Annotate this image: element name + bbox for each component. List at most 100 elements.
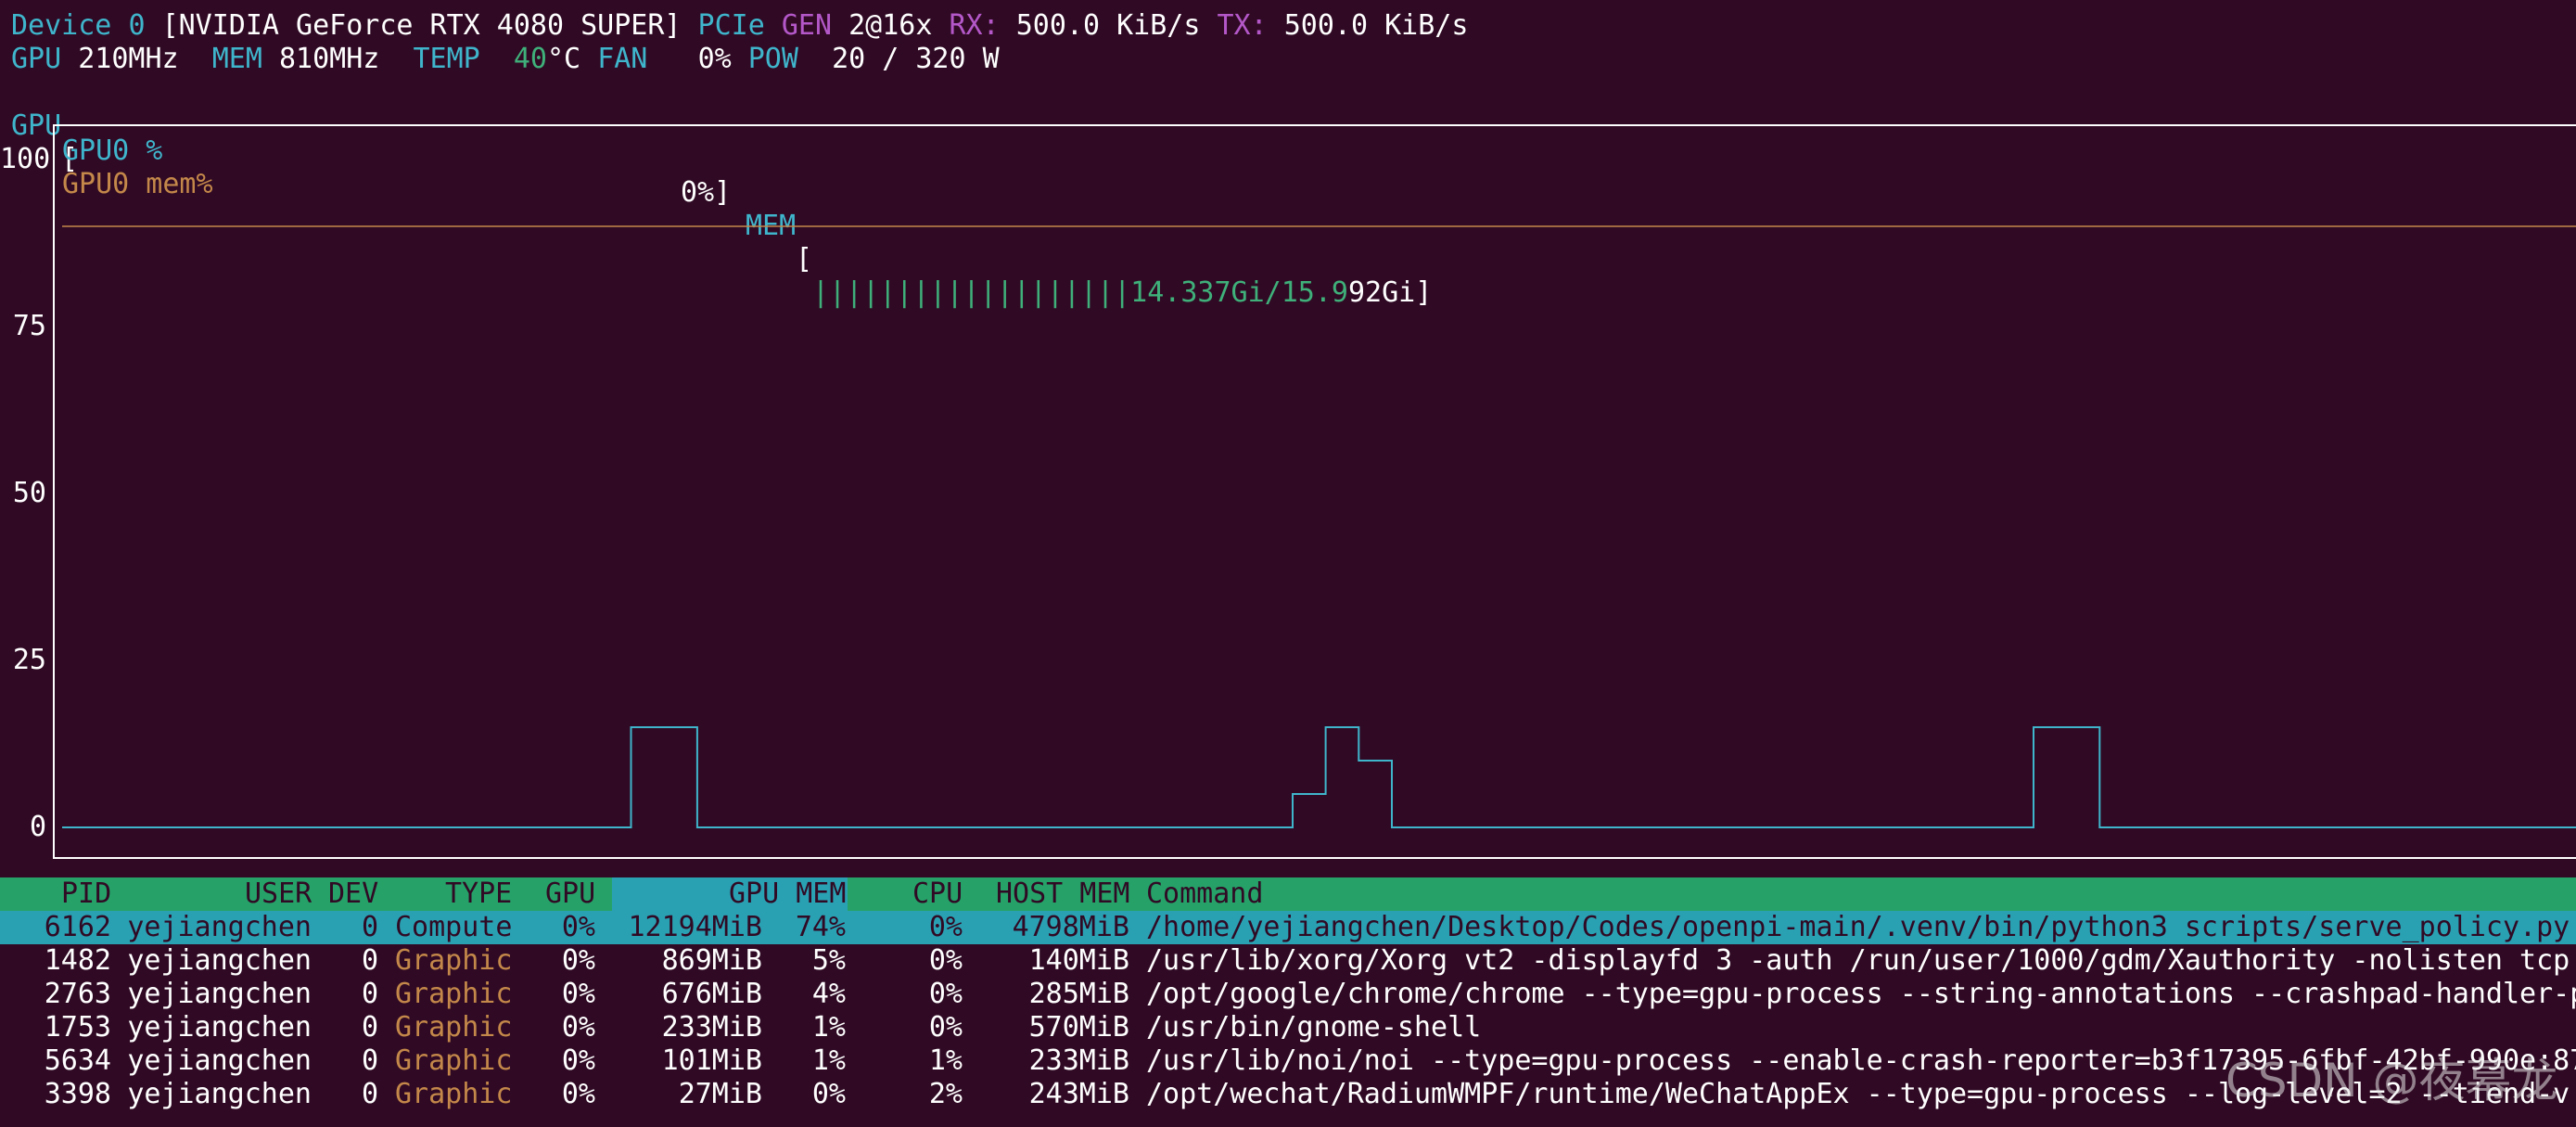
- cell-gpu-mem: 101MiB: [661, 1044, 762, 1077]
- legend-entry: GPU0 mem%: [62, 168, 213, 200]
- mem-clock-label: MEM: [211, 43, 262, 75]
- gen-label: GEN: [781, 9, 833, 42]
- y-tick-label: 25: [12, 644, 46, 676]
- tx-label: TX:: [1217, 9, 1268, 42]
- cell-gpu: 0%: [561, 911, 595, 943]
- cell-gpu-mem-pct: 5%: [811, 944, 846, 977]
- cell-dev: 0: [361, 1011, 378, 1044]
- cell-user: yejiangchen: [127, 944, 312, 977]
- temp-unit: °C: [547, 43, 581, 75]
- cell-user: yejiangchen: [127, 911, 312, 943]
- cell-command: /usr/bin/gnome-shell: [1146, 1011, 1482, 1044]
- cell-dev: 0: [361, 911, 378, 943]
- cell-host-mem: 570MiB: [1028, 1011, 1129, 1044]
- cell-gpu-mem: 233MiB: [661, 1011, 762, 1044]
- header-gpu-mem[interactable]: GPU MEM: [729, 877, 846, 911]
- cell-user: yejiangchen: [127, 1011, 312, 1044]
- cell-pid: 6162: [44, 911, 111, 943]
- y-tick-label: 0: [29, 811, 46, 843]
- cell-gpu-mem: 27MiB: [678, 1078, 762, 1110]
- cell-type: Graphic: [395, 1044, 513, 1077]
- process-row[interactable]: 5634 yejiangchen 0 Graphic 0% 101MiB 1% 1% 233Mi…: [0, 1044, 2576, 1078]
- cell-host-mem: 285MiB: [1028, 978, 1129, 1010]
- cell-gpu: 0%: [561, 978, 595, 1010]
- y-tick-label: 50: [12, 477, 46, 509]
- stats-line: GPU 210MHz MEM 810MHz TEMP 40°C FAN 0% P…: [11, 43, 1000, 76]
- cell-dev: 0: [361, 1044, 378, 1077]
- mem-clock-value: 810MHz: [279, 43, 380, 75]
- cell-cpu: 0%: [928, 944, 963, 977]
- header-dev[interactable]: DEV: [328, 877, 378, 911]
- header-user[interactable]: USER: [245, 877, 312, 911]
- pcie-label: PCIe: [697, 9, 765, 42]
- cell-user: yejiangchen: [127, 978, 312, 1010]
- cell-cpu: 0%: [928, 911, 963, 943]
- gpu-usage-chart: GPU0 %GPU0 mem%: [62, 134, 2576, 828]
- cell-gpu: 0%: [561, 1011, 595, 1044]
- cell-dev: 0: [361, 944, 378, 977]
- cell-command: /home/yejiangchen/Desktop/Codes/openpi-m…: [1146, 911, 2570, 943]
- pow-value: 20 / 320 W: [832, 43, 1000, 75]
- cell-gpu-mem: 676MiB: [661, 978, 762, 1010]
- process-row[interactable]: 6162 yejiangchen 0 Compute 0% 12194MiB 74% 0% 47…: [0, 911, 2576, 944]
- cell-host-mem: 4798MiB: [1012, 911, 1129, 943]
- header-cpu[interactable]: CPU: [912, 877, 963, 911]
- cell-gpu-mem: 12194MiB: [628, 911, 763, 943]
- tx-value: 500.0 KiB/s: [1283, 9, 1469, 42]
- process-table-header: PID USER DEV TYPE GPU GPU MEM CPU HOST M…: [0, 877, 2576, 911]
- y-tick-label: 75: [12, 310, 46, 342]
- cell-dev: 0: [361, 978, 378, 1010]
- cell-cpu: 0%: [928, 978, 963, 1010]
- cell-gpu: 0%: [561, 944, 595, 977]
- process-row[interactable]: 2763 yejiangchen 0 Graphic 0% 676MiB 4% 0% 285Mi…: [0, 978, 2576, 1011]
- header-pid[interactable]: PID: [61, 877, 111, 911]
- legend-entry: GPU0 %: [62, 134, 162, 167]
- rx-label: RX:: [949, 9, 1000, 42]
- cell-type: Graphic: [395, 944, 513, 977]
- cell-gpu-mem-pct: 1%: [811, 1011, 846, 1044]
- cell-gpu-mem-pct: 0%: [811, 1078, 846, 1110]
- watermark: CSDN @夜幕龙: [2225, 1054, 2558, 1108]
- cell-gpu: 0%: [561, 1078, 595, 1110]
- fan-value: 0%: [697, 43, 732, 75]
- pow-label: POW: [747, 43, 798, 75]
- fan-label: FAN: [597, 43, 648, 75]
- header-command[interactable]: Command: [1146, 877, 1263, 911]
- device-index: 0: [128, 9, 146, 42]
- gen-value: 2@16x: [848, 9, 933, 42]
- cell-host-mem: 243MiB: [1028, 1078, 1129, 1110]
- cell-gpu: 0%: [561, 1044, 595, 1077]
- process-row[interactable]: 1482 yejiangchen 0 Graphic 0% 869MiB 5% 0% 140Mi…: [0, 944, 2576, 978]
- cell-dev: 0: [361, 1078, 378, 1110]
- device-name: [NVIDIA GeForce RTX 4080 SUPER]: [161, 9, 682, 42]
- header-gpu[interactable]: GPU: [545, 877, 595, 911]
- temp-label: TEMP: [413, 43, 480, 75]
- gpu-clock-label: GPU: [11, 43, 62, 75]
- process-row[interactable]: 1753 yejiangchen 0 Graphic 0% 233MiB 1% 0% 570Mi…: [0, 1011, 2576, 1044]
- header-host-mem[interactable]: HOST MEM: [996, 877, 1130, 911]
- header-type[interactable]: TYPE: [445, 877, 512, 911]
- cell-pid: 1753: [44, 1011, 111, 1044]
- temp-value: 40: [513, 43, 547, 75]
- rx-value: 500.0 KiB/s: [1015, 9, 1201, 42]
- device-label: Device: [11, 9, 112, 42]
- cell-cpu: 2%: [928, 1078, 963, 1110]
- cell-cpu: 0%: [928, 1011, 963, 1044]
- cell-gpu-mem-pct: 74%: [795, 911, 846, 943]
- y-tick-label: 100: [0, 143, 51, 175]
- usage-bars-line: GPU [ 0%] MEM [ |||||||||||||||||||14.33…: [11, 76, 2570, 309]
- process-row[interactable]: 3398 yejiangchen 0 Graphic 0% 27MiB 0% 2% 243MiB…: [0, 1078, 2576, 1111]
- cell-type: Graphic: [395, 978, 513, 1010]
- cell-type: Compute: [395, 911, 513, 943]
- cell-user: yejiangchen: [127, 1044, 312, 1077]
- cell-pid: 2763: [44, 978, 111, 1010]
- cell-command: /usr/lib/xorg/Xorg vt2 -displayfd 3 -aut…: [1146, 944, 2570, 977]
- cell-user: yejiangchen: [127, 1078, 312, 1110]
- cell-type: Graphic: [395, 1011, 513, 1044]
- cell-pid: 5634: [44, 1044, 111, 1077]
- cell-command: /opt/google/chrome/chrome --type=gpu-pro…: [1146, 978, 2576, 1010]
- cell-gpu-mem: 869MiB: [661, 944, 762, 977]
- gpu-clock-value: 210MHz: [78, 43, 179, 75]
- cell-type: Graphic: [395, 1078, 513, 1110]
- gpu-util-series-line: [62, 726, 2576, 828]
